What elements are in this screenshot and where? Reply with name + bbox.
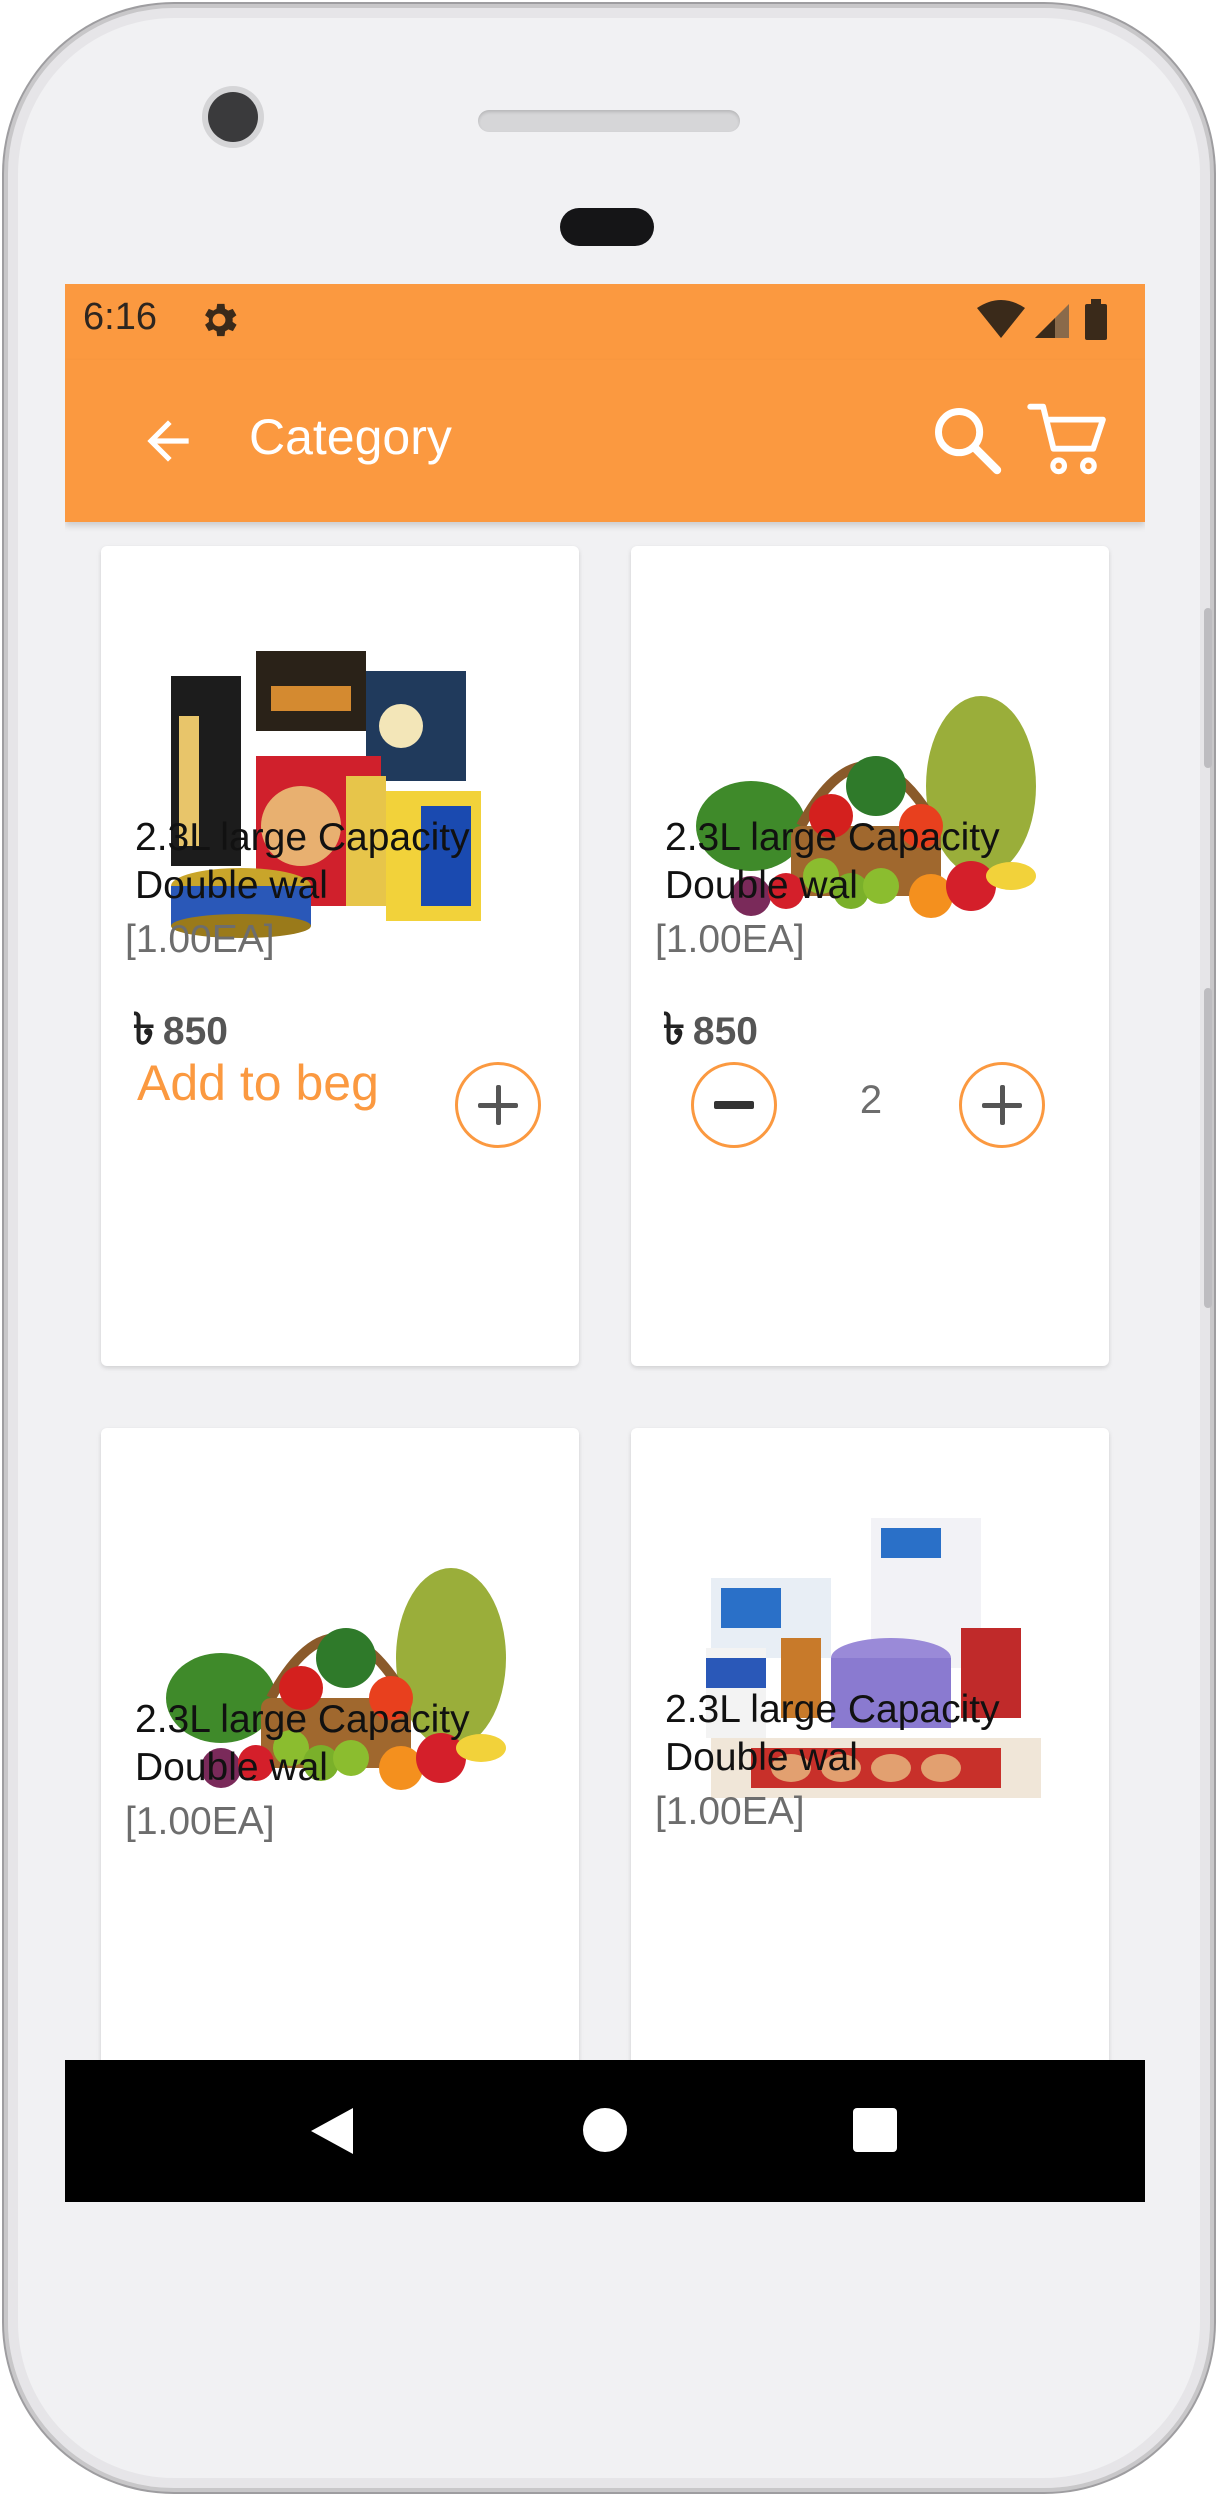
nav-home-circle-icon[interactable] xyxy=(583,2108,627,2152)
product-card[interactable]: 2.3L large Capacity Double wal [1.00EA] xyxy=(631,1428,1109,2128)
earpiece-speaker xyxy=(478,110,740,132)
product-unit: [1.00EA] xyxy=(125,1800,275,1843)
status-time: 6:16 xyxy=(83,296,157,338)
nav-back-triangle-icon[interactable] xyxy=(309,2106,355,2156)
product-name: 2.3L large Capacity Double wal xyxy=(665,1688,1000,1779)
plus-icon[interactable] xyxy=(959,1062,1045,1148)
product-card[interactable]: 2.3L large Capacity Double wal [1.00EA] xyxy=(101,1428,579,2128)
product-name: 2.3L large Capacity Double wal xyxy=(135,1698,470,1789)
product-card[interactable]: 2.3L large Capacity Double wal [1.00EA] … xyxy=(101,546,579,1366)
quantity-value: 2 xyxy=(859,1078,883,1122)
product-name: 2.3L large Capacity Double wal xyxy=(135,816,470,907)
price-value: 850 xyxy=(692,1010,758,1053)
power-button xyxy=(1204,608,1212,768)
settings-gear-icon xyxy=(205,303,237,337)
search-icon[interactable] xyxy=(929,402,1005,478)
product-unit: [1.00EA] xyxy=(655,918,805,961)
screen: 6:16 Category 2.3L large Capacity Double… xyxy=(65,284,1145,2202)
nav-recents-square-icon[interactable] xyxy=(853,2108,897,2152)
price-value: 850 xyxy=(162,1010,228,1053)
system-nav-bar xyxy=(65,2060,1145,2202)
currency-taka-icon: ৳ xyxy=(133,1005,155,1054)
product-card[interactable]: 2.3L large Capacity Double wal [1.00EA] … xyxy=(631,546,1109,1366)
signal-icon xyxy=(1035,304,1069,338)
product-name: 2.3L large Capacity Double wal xyxy=(665,816,1000,907)
add-to-bag-button[interactable]: Add to beg xyxy=(137,1054,379,1112)
proximity-sensor xyxy=(560,208,654,246)
volume-button xyxy=(1204,988,1212,1308)
system-status-icons xyxy=(977,299,1107,340)
front-camera xyxy=(208,92,258,142)
product-price: ৳ 850 xyxy=(663,996,758,1069)
plus-icon[interactable] xyxy=(455,1062,541,1148)
status-bar: 6:16 xyxy=(65,284,1145,360)
currency-taka-icon: ৳ xyxy=(663,1005,685,1054)
page-title: Category xyxy=(249,409,452,465)
battery-icon xyxy=(1085,299,1107,340)
product-unit: [1.00EA] xyxy=(655,1790,805,1833)
minus-icon[interactable] xyxy=(691,1062,777,1148)
cart-icon[interactable] xyxy=(1027,400,1111,478)
wifi-icon xyxy=(977,300,1025,338)
app-bar: Category xyxy=(65,360,1145,522)
product-unit: [1.00EA] xyxy=(125,918,275,961)
back-arrow-icon[interactable] xyxy=(137,410,199,472)
